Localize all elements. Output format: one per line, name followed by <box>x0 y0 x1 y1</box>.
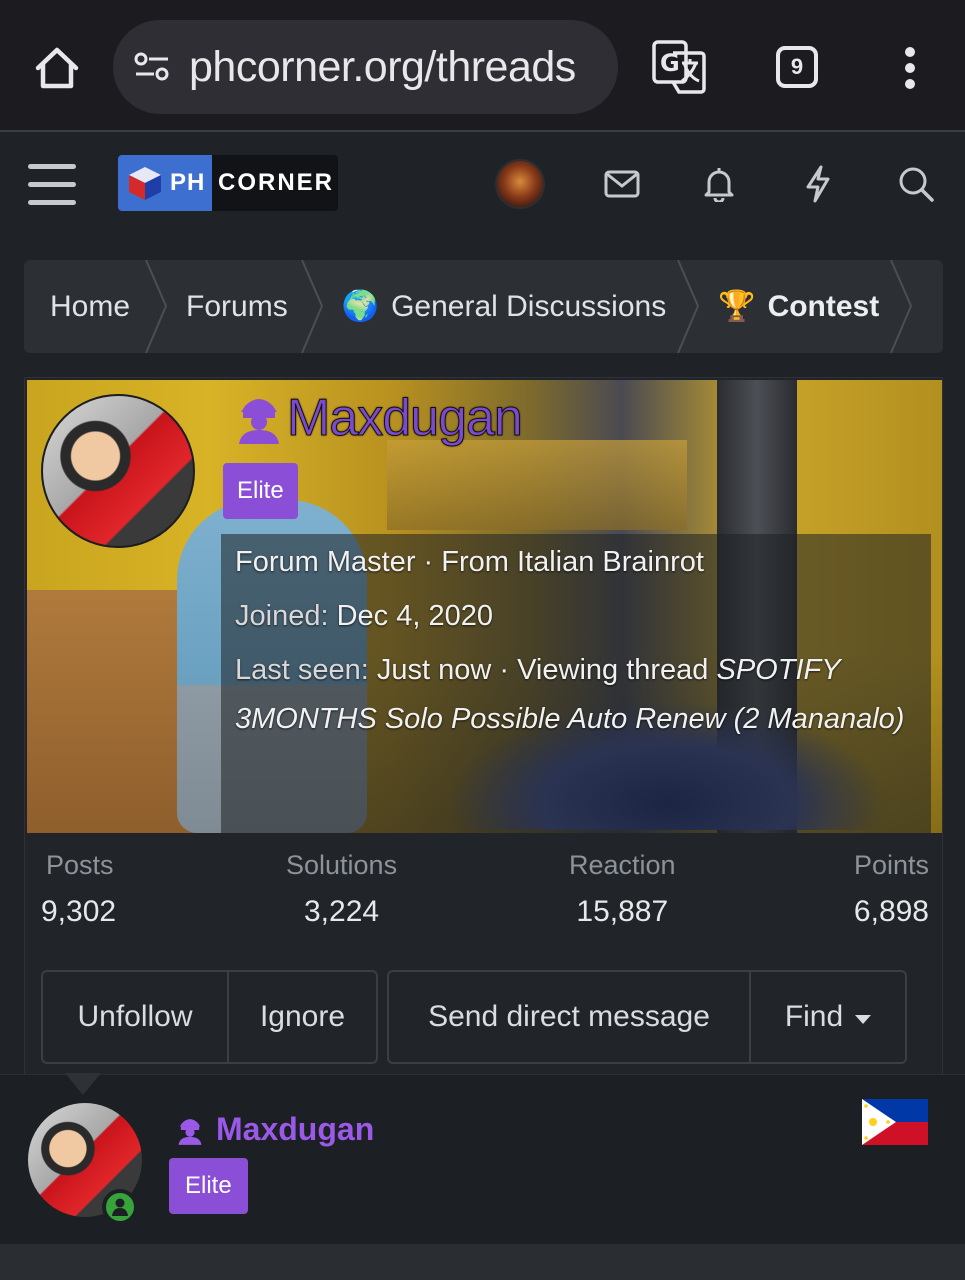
joined-date: Dec 4, 2020 <box>336 600 493 632</box>
logo-ph-text: PH <box>170 169 206 196</box>
stat-label: Posts <box>46 850 114 880</box>
spy-user-icon <box>178 1118 202 1145</box>
profile-username[interactable]: Maxdugan <box>287 388 524 448</box>
online-status-icon <box>102 1189 138 1225</box>
ignore-button[interactable]: Ignore <box>229 972 376 1062</box>
profile-username-row: Maxdugan <box>231 388 524 448</box>
last-seen-label: Last seen: <box>235 654 369 686</box>
stat-value: 6,898 <box>853 895 929 928</box>
post-author-username[interactable]: Maxdugan <box>216 1111 374 1148</box>
breadcrumb-label: Contest <box>767 289 880 323</box>
find-label: Find <box>784 1000 844 1033</box>
post-author-strip: Maxdugan Elite <box>0 1073 965 1244</box>
profile-cover-image: Maxdugan Elite Forum Master · From Itali… <box>27 380 942 833</box>
send-direct-message-button[interactable]: Send direct message <box>389 972 751 1062</box>
stat-label: Solutions <box>286 850 398 880</box>
breadcrumb-forums[interactable]: Forums <box>172 260 300 353</box>
tab-count: 9 <box>776 46 818 88</box>
message-actions: Send direct message Find <box>387 970 907 1064</box>
philippines-flag-icon <box>862 1099 928 1145</box>
last-seen-value: Just now · Viewing thread <box>376 654 709 686</box>
breadcrumb-home[interactable]: Home <box>24 260 144 353</box>
joined-label: Joined: <box>235 600 329 632</box>
stat-label: Reaction <box>569 850 676 880</box>
more-menu-icon[interactable] <box>890 40 930 96</box>
stat-value: 15,887 <box>576 895 669 928</box>
site-settings-icon[interactable] <box>133 48 171 86</box>
chevron-right-icon <box>677 260 700 353</box>
browser-toolbar: phcorner.org/threads G 9 <box>0 0 965 132</box>
stat-label: Points <box>853 850 929 880</box>
breadcrumb-contest[interactable]: 🏆 Contest <box>704 260 889 353</box>
profile-info: Forum Master · From Italian Brainrot Joi… <box>235 548 925 769</box>
stat-value: 9,302 <box>41 895 117 928</box>
post-author-badge: Elite <box>169 1158 248 1214</box>
tabs-button[interactable]: 9 <box>772 42 822 92</box>
breadcrumb-label: General Discussions <box>391 289 667 323</box>
breadcrumb-label: Forums <box>186 289 288 323</box>
chevron-right-icon <box>300 260 323 353</box>
user-title-badge: Elite <box>223 463 298 519</box>
tooltip-pointer <box>65 1073 101 1095</box>
last-seen-line: Last seen: Just now · Viewing thread SPO… <box>235 646 925 744</box>
stat-reaction[interactable]: Reaction 15,887 <box>569 850 676 929</box>
caret-down-icon <box>855 1014 872 1024</box>
account-avatar[interactable] <box>494 158 546 210</box>
post-author-name-row: Maxdugan <box>174 1111 374 1148</box>
lightning-icon[interactable] <box>792 158 844 210</box>
logo-corner-text: CORNER <box>218 169 335 196</box>
chevron-right-icon <box>890 260 913 353</box>
site-header: PH CORNER <box>0 134 965 232</box>
breadcrumb: Home Forums 🌍 General Discussions 🏆 Cont… <box>24 260 943 353</box>
breadcrumb-label: Home <box>50 289 131 323</box>
profile-stats: Posts 9,302 Solutions 3,224 Reaction 15,… <box>41 850 929 928</box>
user-title-line: Forum Master · From Italian Brainrot <box>235 546 704 578</box>
member-tooltip-card: Maxdugan Elite Forum Master · From Itali… <box>24 377 943 1077</box>
hamburger-menu-icon[interactable] <box>28 164 76 206</box>
search-icon[interactable] <box>890 158 942 210</box>
translate-icon[interactable]: G <box>650 38 708 96</box>
bell-icon[interactable] <box>693 158 745 210</box>
unfollow-button[interactable]: Unfollow <box>43 972 229 1062</box>
stat-posts[interactable]: Posts 9,302 <box>41 850 116 929</box>
trophy-icon: 🏆 <box>718 290 756 323</box>
spy-user-icon <box>239 399 279 444</box>
chevron-right-icon <box>145 260 168 353</box>
stat-value: 3,224 <box>304 895 380 928</box>
stat-points[interactable]: Points 6,898 <box>854 850 929 929</box>
breadcrumb-general-discussions[interactable]: 🌍 General Discussions <box>328 260 676 353</box>
address-bar[interactable]: phcorner.org/threads <box>113 20 618 114</box>
site-logo[interactable]: PH CORNER <box>118 155 338 211</box>
stat-solutions[interactable]: Solutions 3,224 <box>286 850 397 929</box>
follow-actions: Unfollow Ignore <box>41 970 378 1064</box>
globe-icon: 🌍 <box>341 290 380 323</box>
inbox-icon[interactable] <box>596 158 648 210</box>
profile-avatar[interactable] <box>41 394 195 548</box>
joined-line: Joined: Dec 4, 2020 <box>235 602 925 631</box>
logo-cube-icon <box>129 167 161 200</box>
find-dropdown-button[interactable]: Find <box>751 972 905 1062</box>
home-icon[interactable] <box>26 40 88 96</box>
page-divider <box>0 1244 965 1280</box>
url-text: phcorner.org/threads <box>189 42 576 91</box>
